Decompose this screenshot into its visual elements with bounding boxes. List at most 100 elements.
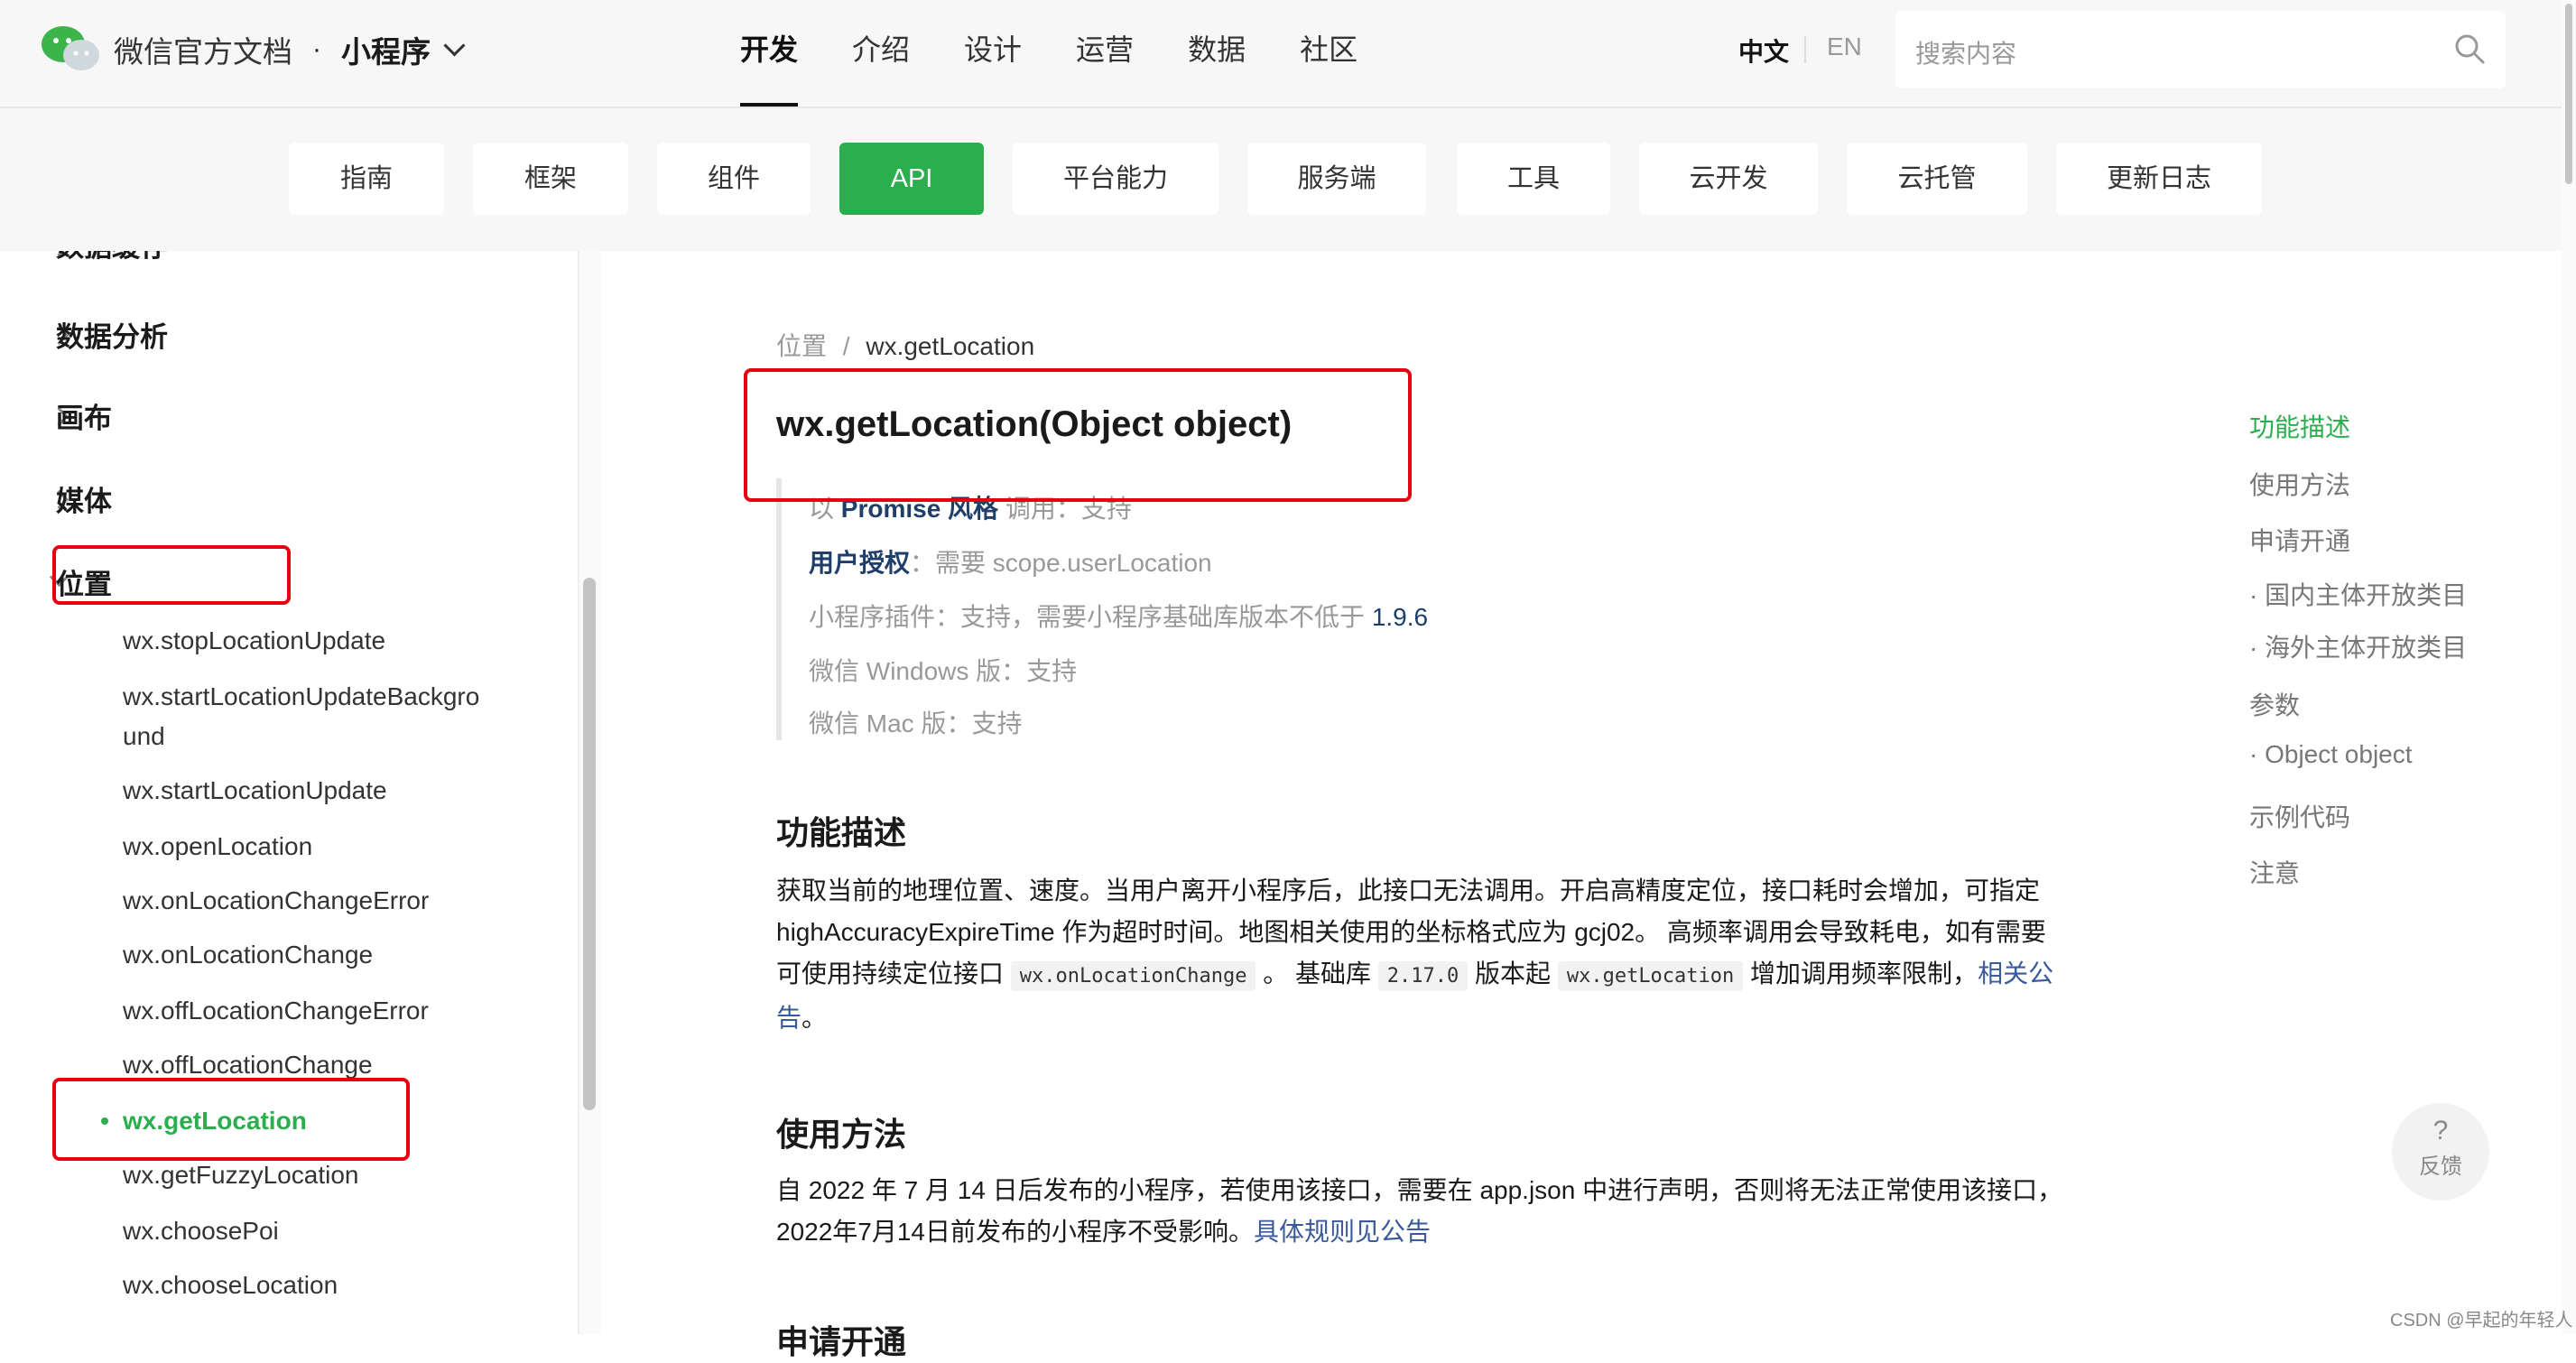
tab-changelog[interactable]: 更新日志: [2056, 143, 2262, 215]
brand-title[interactable]: 微信官方文档: [114, 28, 292, 71]
tab-guide[interactable]: 指南: [289, 143, 444, 215]
tab-platform[interactable]: 平台能力: [1013, 143, 1219, 215]
para-line: 可使用持续定位接口: [776, 960, 1011, 987]
feedback-label: 反馈: [2419, 1154, 2462, 1179]
toc-item-apply[interactable]: 申请开通: [2249, 522, 2350, 558]
para-line: 。: [802, 1004, 828, 1032]
page-scrollbar-thumb[interactable]: [2565, 4, 2572, 184]
version-link[interactable]: 1.9.6: [1372, 603, 1428, 631]
nav-community[interactable]: 社区: [1273, 0, 1385, 107]
breadcrumb: 位置 / wx.getLocation: [776, 327, 1034, 363]
sidebar-link-on-location-change-error[interactable]: wx.onLocationChangeError: [123, 881, 538, 921]
annotation-box-location-group: [52, 545, 291, 605]
breadcrumb-separator: /: [842, 332, 850, 360]
meta-text: ：支持: [946, 709, 1023, 737]
announcement-link-wrap[interactable]: 告: [776, 1004, 802, 1032]
nav-data[interactable]: 数据: [1161, 0, 1273, 107]
product-switcher[interactable]: 小程序: [341, 28, 431, 71]
sidebar-link-start-location-update[interactable]: wx.startLocationUpdate: [123, 771, 538, 811]
chevron-down-icon[interactable]: [443, 33, 466, 57]
meta-label: 小程序插件: [809, 603, 936, 631]
watermark-text: CSDN @早起的年轻人: [2390, 1311, 2573, 1331]
user-auth-link[interactable]: 用户授权: [809, 549, 910, 577]
api-meta-block: 以 Promise 风格 调用：支持 用户授权：需要 scope.userLoc…: [776, 478, 1955, 740]
brand-separator: ·: [312, 34, 321, 64]
nav-operation[interactable]: 运营: [1049, 0, 1161, 107]
para-line: 自 2022 年 7 月 14 日后发布的小程序，若使用该接口，需要在 app.…: [776, 1176, 2063, 1204]
section-heading-description: 功能描述: [776, 814, 907, 851]
toc-item-usage[interactable]: 使用方法: [2249, 466, 2350, 502]
meta-mac: 微信 Mac 版：支持: [809, 704, 1022, 740]
category-nav: 指南 框架 组件 API 平台能力 服务端 工具 云开发 云托管 更新日志: [0, 108, 2562, 251]
breadcrumb-parent[interactable]: 位置: [776, 332, 827, 360]
sidebar-link-off-location-change-error[interactable]: wx.offLocationChangeError: [123, 991, 538, 1031]
section-usage-text: 自 2022 年 7 月 14 日后发布的小程序，若使用该接口，需要在 app.…: [776, 1170, 2076, 1253]
top-header: 微信官方文档 · 小程序 开发 介绍 设计 运营 数据 社区 中文 EN 搜索内…: [0, 0, 2576, 108]
toc-item-example[interactable]: 示例代码: [2249, 798, 2350, 834]
sidebar-group-media[interactable]: 媒体: [56, 478, 112, 519]
search-input[interactable]: 搜索内容: [1895, 11, 2506, 88]
question-icon: ?: [2432, 1116, 2449, 1145]
section-heading-apply: 申请开通: [776, 1323, 907, 1360]
inline-code: 2.17.0: [1377, 961, 1469, 991]
toc-item-notes[interactable]: 注意: [2249, 854, 2300, 890]
inline-code: wx.getLocation: [1557, 961, 1744, 991]
toc-item-object[interactable]: · Object object: [2249, 740, 2413, 769]
sidebar-link-get-fuzzy-location[interactable]: wx.getFuzzyLocation: [123, 1155, 538, 1195]
tab-cloud-hosting[interactable]: 云托管: [1847, 143, 2027, 215]
sidebar-link-choose-poi[interactable]: wx.choosePoi: [123, 1211, 538, 1251]
sidebar-link-open-location[interactable]: wx.openLocation: [123, 827, 538, 867]
toc-item-overseas[interactable]: · 海外主体开放类目: [2249, 628, 2467, 664]
rules-announcement-link[interactable]: 具体规则见公告: [1254, 1218, 1431, 1246]
main-nav: 开发 介绍 设计 运营 数据 社区: [713, 0, 1385, 107]
meta-label: 微信 Windows 版: [809, 657, 1002, 685]
meta-plugin: 小程序插件：支持，需要小程序基础库版本不低于 1.9.6: [809, 598, 1428, 634]
search-icon[interactable]: [2451, 31, 2488, 67]
sidebar-group-analysis[interactable]: 数据分析: [56, 314, 168, 355]
para-line: 版本起: [1468, 960, 1558, 987]
meta-text: ：支持: [1001, 657, 1078, 685]
tab-cloud-dev[interactable]: 云开发: [1639, 143, 1818, 215]
announcement-link[interactable]: 相关公: [1978, 960, 2053, 987]
lang-zh-button[interactable]: 中文: [1738, 32, 1789, 69]
sidebar-link-choose-location[interactable]: wx.chooseLocation: [123, 1266, 538, 1305]
meta-text: ：支持，需要小程序基础库版本不低于: [935, 603, 1372, 631]
feedback-button[interactable]: ? 反馈: [2392, 1103, 2489, 1201]
wechat-logo-icon: [42, 26, 99, 70]
sidebar-link-label-wrap: und: [123, 722, 165, 750]
meta-text: ：需要 scope.userLocation: [910, 549, 1212, 577]
section-heading-usage: 使用方法: [776, 1116, 907, 1153]
breadcrumb-current: wx.getLocation: [866, 332, 1035, 360]
sidebar-link-on-location-change[interactable]: wx.onLocationChange: [123, 935, 538, 975]
nav-intro[interactable]: 介绍: [825, 0, 937, 107]
meta-label: 微信 Mac 版: [809, 709, 947, 737]
tab-server[interactable]: 服务端: [1247, 143, 1426, 215]
sidebar: 数据缓存 数据分析 画布 媒体 位置 wx.stopLocationUpdate…: [0, 251, 578, 1334]
sidebar-group-canvas[interactable]: 画布: [56, 395, 112, 436]
tab-components[interactable]: 组件: [657, 143, 811, 215]
para-line: 2022年7月14日前发布的小程序不受影响。: [776, 1218, 1255, 1246]
toc-item-domestic[interactable]: · 国内主体开放类目: [2249, 576, 2467, 612]
sidebar-link-start-location-update-background[interactable]: wx.startLocationUpdateBackgro und: [123, 677, 538, 756]
sidebar-scrollbar-thumb[interactable]: [583, 578, 596, 1110]
toc-item-params[interactable]: 参数: [2249, 686, 2300, 722]
search-placeholder: 搜索内容: [1915, 40, 2017, 68]
toc-item-description[interactable]: 功能描述: [2249, 408, 2350, 444]
section-description-text: 获取当前的地理位置、速度。当用户离开小程序后，此接口无法调用。开启高精度定位，接…: [776, 870, 2076, 1039]
sidebar-link-stop-location-update[interactable]: wx.stopLocationUpdate: [123, 621, 538, 661]
lang-en-button[interactable]: EN: [1827, 32, 1862, 61]
meta-windows: 微信 Windows 版：支持: [809, 652, 1077, 688]
tab-tools[interactable]: 工具: [1457, 143, 1610, 215]
para-line: highAccuracyExpireTime 作为超时时间。地图相关使用的坐标格…: [776, 918, 2046, 946]
nav-design[interactable]: 设计: [937, 0, 1049, 107]
para-line: 。 基础库: [1256, 960, 1378, 987]
brand-area[interactable]: 微信官方文档 · 小程序: [40, 22, 466, 78]
lang-divider: [1804, 36, 1806, 63]
nav-dev[interactable]: 开发: [713, 0, 825, 107]
tab-framework[interactable]: 框架: [473, 143, 628, 215]
inline-code: wx.onLocationChange: [1010, 961, 1256, 991]
sidebar-group-storage[interactable]: 数据缓存: [56, 251, 168, 264]
tab-api[interactable]: API: [839, 143, 984, 215]
page-scrollbar-track[interactable]: [2562, 0, 2576, 1334]
sidebar-link-label: wx.startLocationUpdateBackgro: [123, 682, 480, 710]
